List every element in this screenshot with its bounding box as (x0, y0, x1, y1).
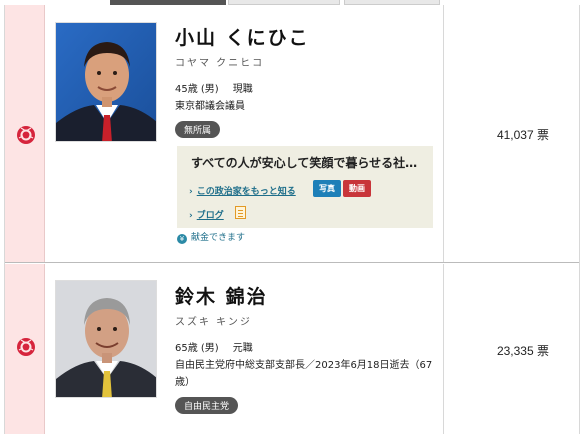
candidate-photo[interactable] (55, 280, 157, 398)
candidate-meta: 65歳 (男) 元職 自由民主党府中総支部支部長／2023年6月18日逝去（67歳… (175, 340, 441, 391)
vote-count: 41,037 票 (496, 128, 549, 142)
candidate-info: 小山 くにひこ コヤマ クニヒコ 45歳 (男) 現職 東京都議会議員 無所属 (175, 23, 441, 138)
yen-icon: ¥ (177, 234, 187, 244)
candidate-title: 自由民主党府中総支部支部長／2023年6月18日逝去（67歳） (175, 360, 433, 388)
vote-count: 23,335 票 (496, 344, 549, 358)
incumbent-status: 現職 (232, 84, 253, 95)
blog-icon[interactable] (235, 206, 246, 219)
candidate-name[interactable]: 鈴木 錦治 (175, 282, 441, 309)
incumbent-status: 元職 (232, 343, 253, 354)
candidate-info: 鈴木 錦治 スズキ キンジ 65歳 (男) 元職 自由民主党府中総支部支部長／20… (175, 282, 441, 414)
portrait-image (56, 281, 156, 397)
election-results-table: 小山 くにひこ コヤマ クニヒコ 45歳 (男) 現職 東京都議会議員 無所属 す… (4, 5, 580, 434)
slogan-box: すべての人が安心して笑顔で暮らせる社… › この政治家をもっと知る 写真 動画 ›… (177, 146, 433, 228)
candidate-row: 小山 くにひこ コヤマ クニヒコ 45歳 (男) 現職 東京都議会議員 無所属 す… (5, 5, 579, 263)
video-button[interactable]: 動画 (343, 180, 371, 197)
party-badge: 無所属 (175, 121, 221, 138)
party-badge: 自由民主党 (175, 397, 239, 414)
age-sex: 45歳 (男) (175, 84, 219, 95)
candidate-title: 東京都議会議員 (175, 101, 245, 112)
chevron-right-icon: › (189, 211, 193, 221)
rose-icon (17, 338, 35, 356)
candidate-meta: 45歳 (男) 現職 東京都議会議員 (175, 81, 441, 115)
portrait-image (56, 23, 156, 141)
more-info-link[interactable]: › この政治家をもっと知る (189, 184, 296, 197)
chevron-right-icon: › (189, 187, 193, 197)
votes-cell: 41,037 票 (443, 5, 579, 262)
photo-button[interactable]: 写真 (313, 180, 341, 197)
elected-mark-cell (5, 5, 45, 262)
candidate-row: 鈴木 錦治 スズキ キンジ 65歳 (男) 元職 自由民主党府中総支部支部長／20… (5, 264, 579, 434)
slogan-text: すべての人が安心して笑顔で暮らせる社… (191, 156, 418, 170)
blog-link[interactable]: › ブログ (189, 208, 224, 221)
elected-mark-cell (5, 264, 45, 434)
votes-cell: 23,335 票 (443, 264, 579, 434)
rose-icon (17, 126, 35, 144)
candidate-kana: コヤマ クニヒコ (175, 58, 265, 69)
candidate-photo[interactable] (55, 22, 157, 142)
age-sex: 65歳 (男) (175, 343, 219, 354)
candidate-name[interactable]: 小山 くにひこ (175, 23, 441, 50)
donate-link[interactable]: ¥ 献金できます (177, 230, 245, 244)
candidate-kana: スズキ キンジ (175, 317, 252, 328)
